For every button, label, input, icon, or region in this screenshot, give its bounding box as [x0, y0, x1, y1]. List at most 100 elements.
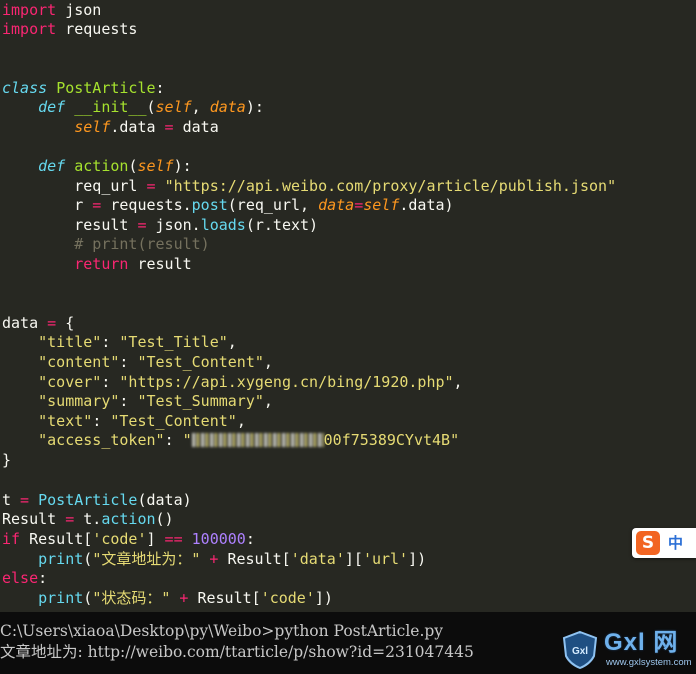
class-name: PostArticle — [56, 79, 156, 97]
code-line-6: def __init__(self, data): — [38, 98, 264, 116]
args: (data) — [137, 491, 192, 509]
args: .data) — [399, 196, 454, 214]
code-line-11: r = requests.post(req_url, data=self.dat… — [2, 195, 454, 215]
punct: { — [65, 314, 75, 332]
code-line-10: req_url = "https://api.weibo.com/proxy/a… — [2, 176, 616, 196]
dict-value: "Test_Content" — [137, 353, 264, 371]
string-literal: 'url' — [362, 550, 409, 568]
identifier: r — [74, 196, 84, 214]
punct: } — [2, 451, 12, 469]
method-call: loads — [200, 216, 246, 234]
operator: = — [128, 216, 156, 234]
identifier: Result[ — [20, 530, 93, 548]
self-ref: self — [363, 196, 400, 214]
identifier: Result[ — [197, 589, 261, 607]
shield-logo-text: Gxl — [572, 646, 588, 657]
dict-value: " — [182, 431, 192, 449]
terminal-output-line: 文章地址为: http://weibo.com/ttarticle/p/show… — [0, 643, 474, 661]
method-call: post — [191, 196, 228, 214]
operator: + — [200, 550, 228, 568]
dict-key: "cover" — [38, 373, 102, 391]
dict-key: "text" — [38, 412, 93, 430]
comment: # print(result) — [74, 235, 210, 253]
builtin-call: print — [38, 550, 84, 568]
code-line-18: "title": "Test_Title", — [38, 333, 237, 351]
code-line-1: import json — [2, 0, 101, 20]
string-literal: 'data' — [290, 550, 345, 568]
identifier: data — [182, 118, 219, 136]
module-name: requests — [65, 20, 138, 38]
function-name: __init__ — [74, 98, 147, 116]
identifier: result — [128, 255, 192, 273]
keyword-return: return — [74, 255, 129, 273]
kwarg: data — [318, 196, 355, 214]
operator: = — [83, 196, 111, 214]
code-line-29: print("文章地址为：" + Result['data']['url']) — [38, 550, 427, 568]
code-line-12: result = json.loads(r.text) — [2, 215, 318, 235]
args: (r.text) — [245, 216, 319, 234]
number-literal: 100000 — [191, 530, 246, 548]
redacted-token — [191, 433, 324, 447]
keyword-def: def — [38, 157, 66, 175]
code-line-14: return result — [2, 254, 192, 274]
args: (req_url, — [227, 196, 319, 214]
string-literal: "状态码：" — [92, 589, 171, 607]
identifier: requests. — [110, 196, 192, 214]
shield-logo-icon: Gxl — [562, 630, 598, 670]
class-call: PostArticle — [38, 491, 138, 509]
param: data — [209, 98, 246, 116]
builtin-call: print — [38, 589, 84, 607]
code-line-5: class PostArticle: — [2, 78, 165, 98]
code-line-26: t = PostArticle(data) — [2, 490, 192, 510]
operator: + — [170, 589, 198, 607]
punct: ] — [146, 530, 156, 548]
dict-key: "summary" — [38, 392, 120, 410]
code-line-17: data = { — [2, 313, 74, 333]
identifier: Result — [2, 510, 57, 528]
identifier: data — [2, 314, 39, 332]
dict-key: "title" — [38, 333, 102, 351]
param: self — [155, 98, 192, 116]
keyword-if: if — [2, 530, 21, 548]
punct: : — [38, 569, 48, 587]
dict-value: "https://api.xygeng.cn/bing/1920.php" — [119, 373, 454, 391]
sogou-logo-icon[interactable]: S — [636, 531, 660, 555]
operator: = — [11, 491, 39, 509]
punct: : — [155, 79, 165, 97]
keyword-class: class — [2, 79, 48, 97]
identifier: t — [2, 491, 12, 509]
dict-value: 00f75389CYvt4B" — [323, 431, 460, 449]
method-call: action — [101, 510, 156, 528]
code-line-22: "text": "Test_Content", — [38, 412, 246, 430]
operator: = — [354, 196, 364, 214]
punct: : — [254, 98, 264, 116]
keyword-def: def — [38, 98, 66, 116]
code-line-28: if Result['code'] == 100000: — [2, 529, 255, 549]
watermark: Gxl Gxl 网 www.gxlsystem.com — [558, 628, 696, 674]
punct: : — [245, 530, 255, 548]
identifier: Result[ — [227, 550, 291, 568]
keyword-import: import — [2, 1, 57, 19]
identifier: result — [74, 216, 129, 234]
watermark-site: www.gxlsystem.com — [606, 657, 692, 668]
code-line-24: } — [2, 450, 11, 470]
code-line-27: Result = t.action() — [2, 509, 174, 529]
operator: = — [38, 314, 66, 332]
attr: .data — [110, 118, 156, 136]
code-line-30: else: — [2, 568, 47, 588]
string-literal: 'code' — [92, 530, 147, 548]
args: () — [155, 510, 174, 528]
ime-language-toggle[interactable]: 中 — [668, 532, 683, 554]
code-line-2: import requests — [2, 19, 137, 39]
keyword-import: import — [2, 20, 57, 38]
code-editor[interactable]: import json import requests class PostAr… — [0, 0, 696, 612]
punct: : — [182, 157, 192, 175]
code-line-9: def action(self): — [38, 157, 192, 175]
operator: = — [155, 118, 183, 136]
identifier: t. — [83, 510, 102, 528]
string-literal: "文章地址为：" — [92, 550, 201, 568]
dict-key: "access_token" — [38, 431, 165, 449]
operator: = — [137, 177, 165, 195]
keyword-else: else — [2, 569, 39, 587]
ime-toolbar[interactable]: S 中 — [632, 528, 696, 558]
